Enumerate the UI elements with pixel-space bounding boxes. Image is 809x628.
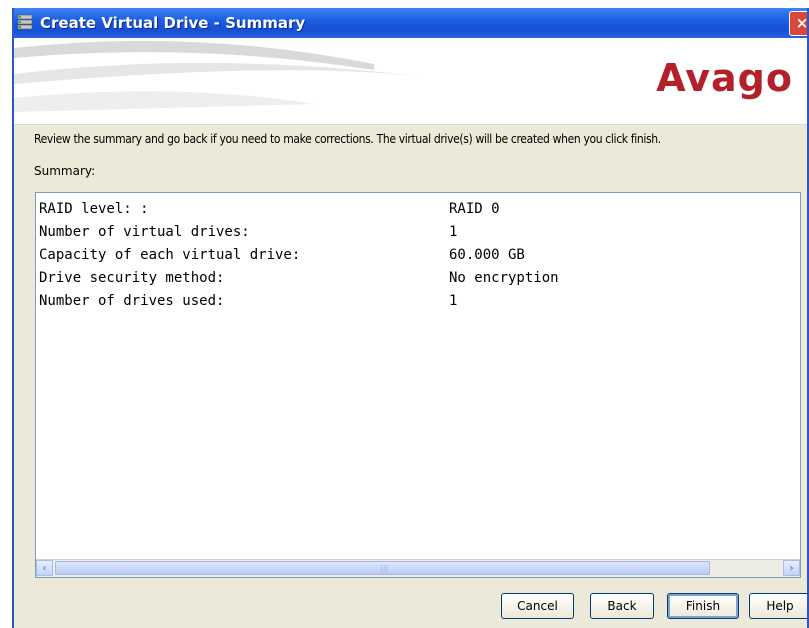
- header-banner: Avago: [14, 38, 807, 125]
- summary-key: Number of drives used:: [39, 293, 225, 309]
- storage-icon: [17, 14, 33, 30]
- scroll-right-button[interactable]: ›: [783, 560, 800, 576]
- close-icon: ×: [795, 14, 809, 32]
- back-button[interactable]: Back: [590, 593, 654, 619]
- summary-key: Drive security method:: [39, 270, 225, 286]
- grip-icon: |||: [380, 564, 389, 573]
- summary-value: RAID 0: [449, 201, 500, 217]
- window-title: Create Virtual Drive - Summary: [40, 14, 306, 32]
- close-button[interactable]: ×: [789, 11, 809, 36]
- avago-logo: Avago: [656, 56, 793, 100]
- summary-value: No encryption: [449, 270, 559, 286]
- scrollbar-thumb[interactable]: |||: [55, 561, 710, 575]
- summary-key: RAID level: :: [39, 201, 149, 217]
- title-bar[interactable]: Create Virtual Drive - Summary ×: [14, 8, 807, 38]
- summary-key: Capacity of each virtual drive:: [39, 247, 301, 263]
- instruction-text: Review the summary and go back if you ne…: [34, 132, 661, 146]
- chevron-right-icon: ›: [789, 563, 794, 574]
- summary-textarea[interactable]: RAID level: : RAID 0 Number of virtual d…: [35, 192, 801, 578]
- summary-value: 1: [449, 293, 458, 309]
- button-bar: Cancel Back Finish Help: [14, 593, 807, 623]
- horizontal-scrollbar[interactable]: ‹ ||| ›: [36, 559, 800, 577]
- finish-button[interactable]: Finish: [667, 593, 739, 619]
- cancel-button[interactable]: Cancel: [501, 593, 574, 619]
- scroll-left-button[interactable]: ‹: [36, 560, 53, 576]
- help-button[interactable]: Help: [749, 593, 807, 619]
- dialog-window: Create Virtual Drive - Summary × Avago R…: [12, 8, 809, 628]
- summary-label: Summary:: [34, 164, 96, 178]
- chevron-left-icon: ‹: [42, 563, 47, 574]
- summary-value: 1: [449, 224, 458, 240]
- summary-key: Number of virtual drives:: [39, 224, 250, 240]
- summary-value: 60.000 GB: [449, 247, 525, 263]
